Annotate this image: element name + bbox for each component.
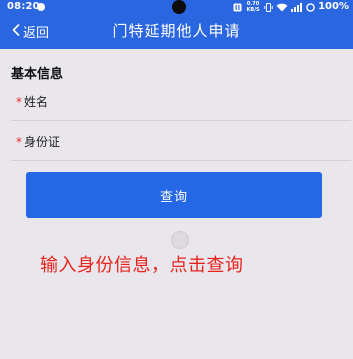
wifi-icon xyxy=(276,3,288,12)
floating-nav-dot[interactable] xyxy=(171,231,189,249)
name-row: * 姓名 xyxy=(0,87,353,117)
query-button[interactable]: 查询 xyxy=(26,172,322,218)
id-number-input[interactable] xyxy=(80,129,344,155)
section-title: 基本信息 xyxy=(11,67,64,82)
notification-icon xyxy=(37,3,45,11)
divider xyxy=(11,120,351,121)
name-label-text: 姓名 xyxy=(24,95,49,109)
vibrate-icon xyxy=(264,2,273,12)
required-mark: * xyxy=(16,95,22,109)
name-input[interactable] xyxy=(80,89,344,115)
net-speed: 0.70 KB/S xyxy=(245,1,261,13)
instruction-annotation: 输入身份信息，点击查询 xyxy=(40,255,244,276)
nfc-icon xyxy=(233,3,242,12)
battery-icon xyxy=(306,2,315,12)
camera-cutout xyxy=(172,0,186,14)
name-label: * 姓名 xyxy=(16,93,48,110)
required-mark: * xyxy=(16,135,22,149)
id-label: * 身份证 xyxy=(16,133,60,150)
status-time: 08:20 xyxy=(7,1,40,12)
divider xyxy=(11,160,351,161)
battery-level: 100% xyxy=(318,1,349,12)
status-icons: 0.70 KB/S 100% xyxy=(233,0,349,14)
id-row: * 身份证 xyxy=(0,127,353,157)
page-title: 门特延期他人申请 xyxy=(112,22,241,40)
status-bar: 08:20 0.70 KB/S 100% xyxy=(0,0,353,14)
signal-icon xyxy=(291,2,303,12)
app-header: 返回 门特延期他人申请 xyxy=(0,14,353,49)
id-label-text: 身份证 xyxy=(24,135,61,149)
net-speed-unit: KB/S xyxy=(246,7,260,13)
